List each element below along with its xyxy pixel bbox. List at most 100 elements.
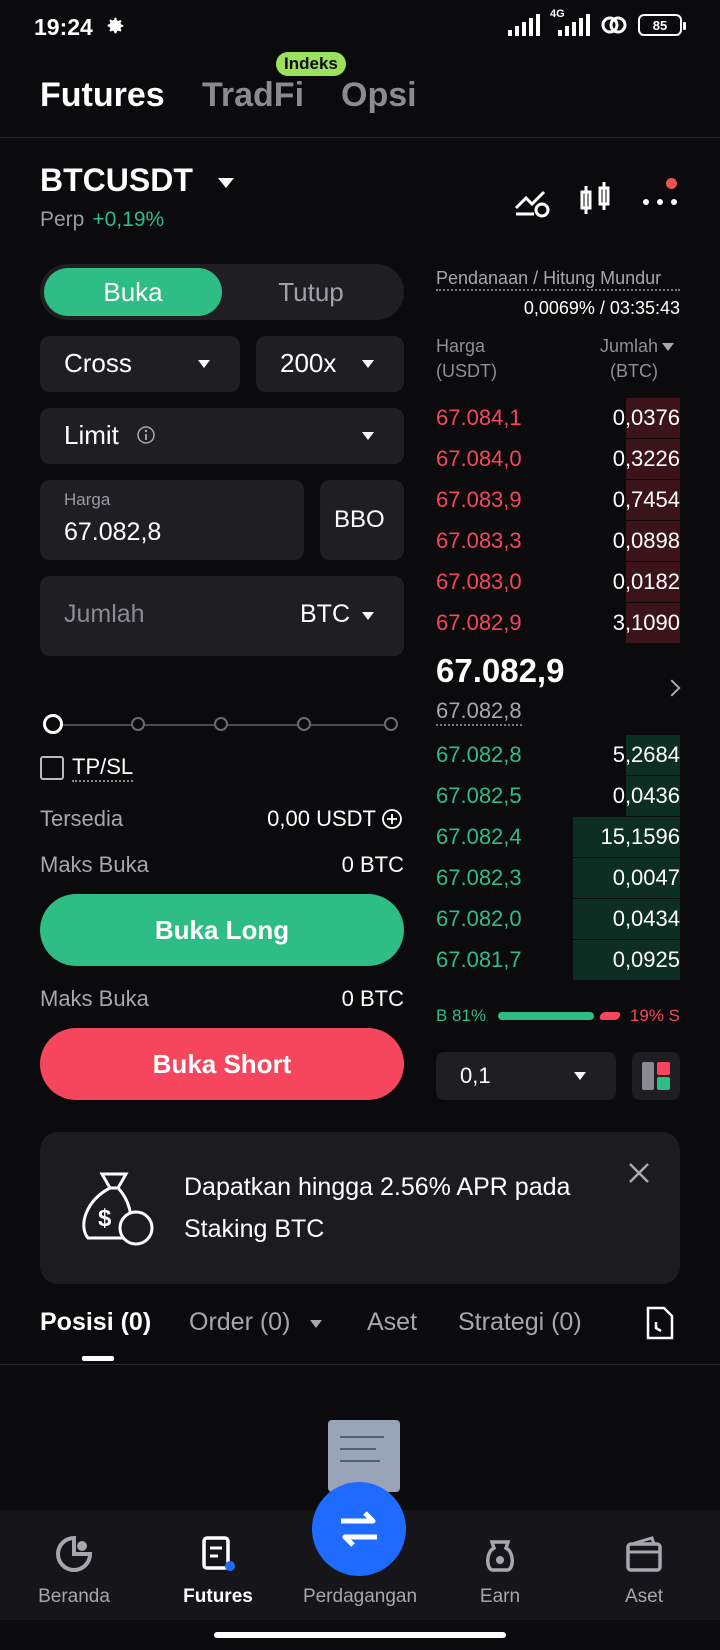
- bbo-button[interactable]: BBO: [320, 480, 404, 560]
- tab-futures[interactable]: Futures: [40, 76, 165, 115]
- close-icon[interactable]: [624, 1158, 654, 1188]
- empty-state-illustration: [328, 1420, 400, 1492]
- promo-text: Dapatkan hingga 2.56% APR pada Staking B…: [184, 1173, 571, 1243]
- orderbook-qty-header[interactable]: Jumlah (BTC): [600, 334, 658, 384]
- tab-close[interactable]: Tutup: [222, 268, 400, 316]
- funding-label[interactable]: Pendanaan / Hitung Mundur: [436, 268, 680, 291]
- open-long-button[interactable]: Buka Long: [40, 894, 404, 966]
- precision-select[interactable]: 0,1: [436, 1052, 616, 1100]
- chevron-down-icon[interactable]: [662, 343, 674, 351]
- slider-tick-75[interactable]: [297, 717, 311, 731]
- ask-price: 67.083,3: [436, 528, 522, 553]
- max-open-label: Maks Buka: [40, 986, 149, 1011]
- ask-row[interactable]: 67.083,3 0,0898: [436, 521, 680, 561]
- ask-price: 67.082,9: [436, 610, 522, 635]
- symbol-name[interactable]: BTCUSDT: [40, 162, 193, 199]
- sell-ratio: 19% S: [629, 1006, 680, 1025]
- order-type-value: Limit: [64, 420, 119, 450]
- mark-price[interactable]: 67.082,8: [436, 698, 522, 726]
- ask-row[interactable]: 67.083,0 0,0182: [436, 562, 680, 602]
- slider-tick-25[interactable]: [131, 717, 145, 731]
- tpsl-label[interactable]: TP/SL: [72, 754, 134, 782]
- nav-home-label: Beranda: [38, 1586, 110, 1607]
- symbol-subtitle: Perp +0,19%: [40, 208, 164, 232]
- orderbook-price-header: Harga (USDT): [436, 336, 497, 381]
- chevron-down-icon[interactable]: [362, 612, 374, 620]
- orderbook-layout-button[interactable]: [632, 1052, 680, 1100]
- slider-tick-100[interactable]: [384, 717, 398, 731]
- nav-home[interactable]: Beranda: [2, 1510, 146, 1620]
- bid-row[interactable]: 67.082,0 0,0434: [436, 899, 680, 939]
- price-field[interactable]: Harga 67.082,8: [40, 480, 304, 560]
- precision-value: 0,1: [460, 1063, 491, 1088]
- bbo-label: BBO: [334, 506, 385, 533]
- nav-assets[interactable]: Aset: [572, 1510, 716, 1620]
- bid-row[interactable]: 67.081,7 0,0925: [436, 940, 680, 980]
- info-icon[interactable]: [136, 425, 156, 445]
- indeks-badge: Indeks: [276, 52, 346, 76]
- tab-assets[interactable]: Aset: [367, 1308, 417, 1337]
- ask-row[interactable]: 67.084,1 0,0376: [436, 398, 680, 438]
- tab-strategies[interactable]: Strategi (0): [458, 1308, 582, 1337]
- trade-fab-button[interactable]: [312, 1482, 406, 1576]
- quantity-field[interactable]: Jumlah BTC: [40, 576, 404, 656]
- bid-qty: 0,0925: [612, 947, 680, 972]
- bid-row[interactable]: 67.082,8 5,2684: [436, 735, 680, 775]
- tpsl-checkbox[interactable]: [40, 756, 64, 780]
- swap-arrows-icon: [341, 1511, 377, 1547]
- order-type-select[interactable]: Limit: [40, 408, 404, 464]
- margin-mode-value: Cross: [64, 348, 132, 378]
- last-price: 67.082,9: [436, 652, 565, 689]
- quantity-input[interactable]: Jumlah: [64, 600, 145, 629]
- history-document-icon[interactable]: [644, 1306, 676, 1340]
- bid-row[interactable]: 67.082,3 0,0047: [436, 858, 680, 898]
- home-gauge-icon: [56, 1535, 93, 1572]
- ask-qty: 0,7454: [612, 487, 680, 512]
- ask-row[interactable]: 67.083,9 0,7454: [436, 480, 680, 520]
- bid-qty: 5,2684: [612, 742, 680, 767]
- bid-price: 67.082,3: [436, 865, 522, 890]
- tab-positions[interactable]: Posisi (0): [40, 1308, 151, 1337]
- status-time: 19:24: [34, 14, 93, 40]
- nav-futures[interactable]: Futures: [146, 1510, 290, 1620]
- chart-settings-icon[interactable]: [512, 180, 552, 220]
- bid-row[interactable]: 67.082,5 0,0436: [436, 776, 680, 816]
- staking-promo-banner[interactable]: $ Dapatkan hingga 2.56% APR pada Staking…: [40, 1132, 680, 1284]
- chevron-down-icon: [574, 1072, 586, 1080]
- tab-orders[interactable]: Order (0): [189, 1308, 290, 1337]
- ask-qty: 0,0376: [612, 405, 680, 430]
- tab-open[interactable]: Buka: [44, 268, 222, 316]
- leverage-select[interactable]: 200x: [256, 336, 404, 392]
- earn-jar-icon: [486, 1540, 514, 1572]
- ask-row[interactable]: 67.082,9 3,1090: [436, 603, 680, 643]
- ask-row[interactable]: 67.084,0 0,3226: [436, 439, 680, 479]
- nav-earn[interactable]: Earn: [428, 1510, 572, 1620]
- divider: [0, 1364, 720, 1365]
- funding-value: 0,0069% / 03:35:43: [523, 298, 680, 318]
- chevron-down-icon: [362, 360, 374, 368]
- price-input[interactable]: 67.082,8: [64, 518, 161, 547]
- margin-mode-select[interactable]: Cross: [40, 336, 240, 392]
- bid-qty: 0,0434: [612, 906, 680, 931]
- slider-handle[interactable]: [43, 714, 63, 734]
- leverage-value: 200x: [280, 348, 337, 378]
- chevron-right-icon[interactable]: [663, 679, 681, 697]
- ask-qty: 0,0182: [612, 569, 680, 594]
- sell-ratio-bar: [598, 1012, 622, 1020]
- chevron-down-icon[interactable]: [310, 1320, 322, 1328]
- quantity-unit[interactable]: BTC: [300, 600, 350, 629]
- link-icon: [601, 16, 627, 34]
- tab-opsi[interactable]: Opsi: [341, 76, 417, 115]
- money-bag-icon: $: [82, 1172, 154, 1246]
- open-short-button[interactable]: Buka Short: [40, 1028, 404, 1100]
- tab-tradfi[interactable]: TradFi: [202, 76, 304, 115]
- ask-price: 67.084,0: [436, 446, 522, 471]
- symbol-dropdown-icon[interactable]: [218, 178, 234, 188]
- chevron-down-icon: [362, 432, 374, 440]
- candlestick-icon[interactable]: [576, 180, 616, 220]
- svg-text:$: $: [98, 1205, 112, 1232]
- bid-row[interactable]: 67.082,4 15,1596: [436, 817, 680, 857]
- add-funds-icon[interactable]: [381, 808, 403, 830]
- slider-tick-50[interactable]: [214, 717, 228, 731]
- battery-icon: 85: [638, 14, 686, 36]
